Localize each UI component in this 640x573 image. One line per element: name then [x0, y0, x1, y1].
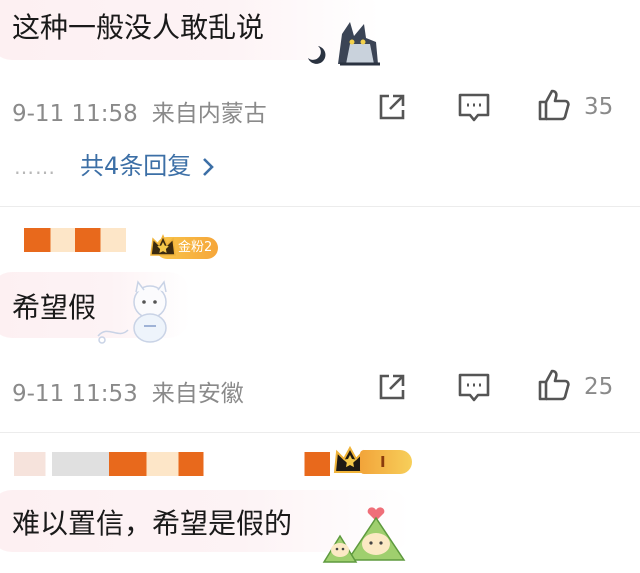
crown-icon: [150, 234, 176, 256]
cat-sticker-icon: [308, 22, 380, 66]
white-cat-sticker-icon: [97, 280, 167, 344]
replies-link[interactable]: …… 共4条回复: [14, 146, 215, 181]
censored-username: [24, 228, 126, 252]
replies-label: 共4条回复: [80, 152, 192, 180]
comment-meta: 9-11 11:58 来自内蒙古: [12, 94, 267, 128]
rice-dumpling-sticker-icon: [322, 507, 406, 563]
comment-meta: 9-11 11:53 来自安徽: [12, 374, 244, 408]
chevron-right-icon: [203, 158, 215, 176]
member-badge: I: [360, 450, 412, 474]
comment-location: 来自安徽: [151, 381, 244, 407]
comment-text: 难以置信，希望是假的: [12, 507, 293, 540]
divider: [0, 432, 640, 433]
censored-username: [14, 452, 330, 476]
thumbs-up-icon[interactable]: [536, 87, 572, 123]
comment-time: 9-11 11:58: [12, 101, 138, 127]
replies-dots: ……: [14, 155, 56, 179]
comment-text: 希望假: [12, 291, 97, 324]
like-count: 35: [584, 94, 614, 120]
comment-time: 9-11 11:53: [12, 381, 138, 407]
comment-icon[interactable]: [456, 89, 492, 125]
thumbs-up-icon[interactable]: [536, 367, 572, 403]
like-count: 25: [584, 374, 614, 400]
share-icon[interactable]: [374, 89, 410, 125]
comment-icon[interactable]: [456, 369, 492, 405]
comment-location: 来自内蒙古: [151, 101, 267, 127]
share-icon[interactable]: [374, 369, 410, 405]
comment-text: 这种一般没人敢乱说: [12, 11, 265, 44]
divider: [0, 206, 640, 207]
